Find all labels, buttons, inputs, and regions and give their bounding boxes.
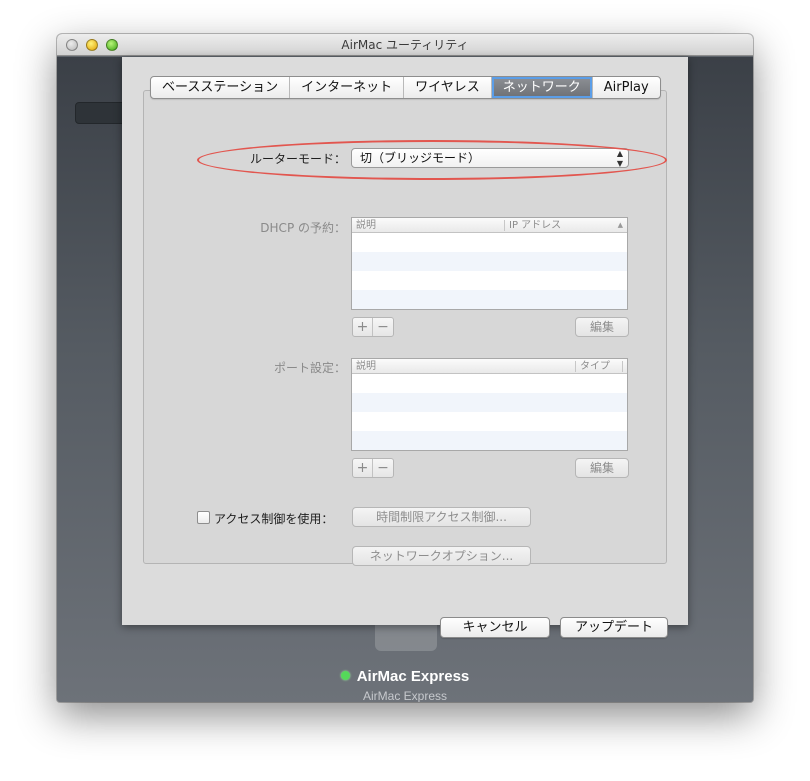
table-row [352,374,627,393]
table-row [352,271,627,290]
tab-airplay[interactable]: AirPlay [593,77,660,98]
sort-ascending-icon: ▲ [617,221,623,229]
ports-table-header: 説明 タイプ [352,359,627,374]
dhcp-table-header: 説明 IP アドレス ▲ [352,218,627,233]
table-row [352,252,627,271]
port-settings-table[interactable]: 説明 タイプ [351,358,628,451]
dhcp-col-ip-address[interactable]: IP アドレス [509,218,561,233]
port-settings-label: ポート設定： [273,361,346,375]
timed-access-button[interactable]: 時間制限アクセス制御... [352,507,531,527]
device-name-label: AirMac Express [356,668,470,685]
tab-base-station[interactable]: ベースステーション [151,77,291,98]
device-model: AirMac Express [362,689,448,702]
ports-add-button[interactable]: + [353,459,373,477]
settings-sheet: ベースステーション インターネット ワイヤレス ネットワーク AirPlay ル… [122,57,688,638]
highlight-annotation [197,140,667,180]
app-window: AirMac ユーティリティ AirMac Express AirMac Exp… [57,34,753,702]
network-options-button[interactable]: ネットワークオプション... [352,546,531,566]
ports-col-type[interactable]: タイプ [580,359,610,374]
tab-wireless[interactable]: ワイヤレス [404,77,492,98]
dhcp-col-description[interactable]: 説明 [356,218,376,233]
cancel-button[interactable]: キャンセル [440,617,550,638]
window-title: AirMac ユーティリティ [341,38,469,52]
tab-network[interactable]: ネットワーク [491,77,593,98]
ports-remove-button[interactable]: − [373,459,393,477]
access-control-label[interactable]: アクセス制御を使用： [214,510,346,527]
ports-edit-button[interactable]: 編集 [575,458,629,478]
device-name[interactable]: AirMac Express [57,668,753,685]
ports-add-remove-control: + − [352,458,394,478]
table-row [352,233,627,252]
ports-col-description[interactable]: 説明 [356,359,376,374]
tab-bar: ベースステーション インターネット ワイヤレス ネットワーク AirPlay [150,76,661,99]
dhcp-edit-button[interactable]: 編集 [575,317,629,337]
dhcp-reservations-label: DHCP の予約： [260,221,346,235]
status-dot-icon [340,671,350,680]
table-row [352,393,627,412]
zoom-window-button[interactable] [106,39,118,51]
table-row [352,290,627,309]
dhcp-reservations-table[interactable]: 説明 IP アドレス ▲ [351,217,628,310]
dhcp-add-remove-control: + − [352,317,394,337]
tab-internet[interactable]: インターネット [290,77,405,98]
access-control-checkbox[interactable] [197,511,210,524]
update-button[interactable]: アップデート [560,617,668,638]
dhcp-add-button[interactable]: + [353,318,373,336]
close-window-button[interactable] [66,39,78,51]
title-bar[interactable]: AirMac ユーティリティ [57,34,753,56]
table-row [352,412,627,431]
table-row [352,431,627,450]
minimize-window-button[interactable] [86,39,98,51]
dhcp-remove-button[interactable]: − [373,318,393,336]
